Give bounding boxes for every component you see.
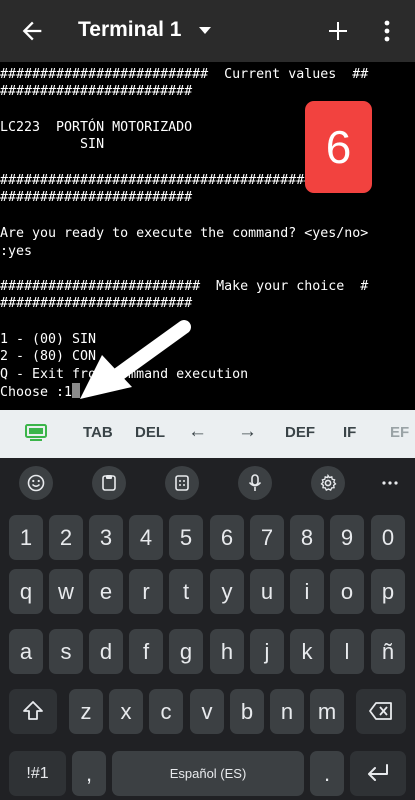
key-g[interactable]: g	[169, 629, 203, 674]
terminal-line: ######################### Make your choi…	[0, 279, 369, 294]
key-i[interactable]: i	[290, 569, 324, 614]
def-key[interactable]: DEF	[285, 424, 315, 441]
key-y[interactable]: y	[210, 569, 244, 614]
key-l[interactable]: l	[330, 629, 364, 674]
more-vert-icon[interactable]	[382, 19, 392, 43]
shift-key[interactable]	[9, 689, 57, 734]
voice-input-button[interactable]	[238, 466, 272, 500]
prompt-text: Choose :1	[0, 385, 73, 400]
more-options-button[interactable]	[373, 466, 407, 500]
emoji-icon	[27, 474, 45, 492]
ef-key[interactable]: EF	[390, 424, 409, 441]
terminal-line: ########################	[0, 84, 193, 99]
key-n[interactable]: n	[270, 689, 304, 734]
key-d[interactable]: d	[89, 629, 123, 674]
clipboard-button[interactable]	[92, 466, 126, 500]
period-key[interactable]: .	[310, 751, 344, 796]
one-handed-button[interactable]	[165, 466, 199, 500]
emoji-button[interactable]	[19, 466, 53, 500]
terminal-line: LC223 PORTÓN MOTORIZADO	[0, 120, 193, 135]
one-handed-icon	[175, 475, 189, 491]
key-r[interactable]: r	[129, 569, 163, 614]
soft-keyboard: 1 2 3 4 5 6 7 8 9 0 q w e r t y u i o p …	[0, 458, 415, 800]
terminal-line: ########################## Current value…	[0, 67, 369, 82]
terminal-line: ########################	[0, 296, 193, 311]
key-z[interactable]: z	[69, 689, 103, 734]
key-0[interactable]: 0	[371, 515, 405, 560]
enter-icon	[368, 764, 388, 781]
key-h[interactable]: h	[210, 629, 244, 674]
if-key[interactable]: IF	[343, 424, 356, 441]
terminal-title[interactable]: Terminal 1	[78, 18, 181, 42]
pointer-arrow-icon	[80, 320, 191, 399]
key-5[interactable]: 5	[169, 515, 203, 560]
keyboard-settings-button[interactable]	[311, 466, 345, 500]
app-bar: Terminal 1	[0, 0, 415, 62]
right-arrow-key[interactable]: →	[238, 421, 257, 443]
enter-key[interactable]	[350, 751, 406, 796]
key-f[interactable]: f	[129, 629, 163, 674]
key-t[interactable]: t	[169, 569, 203, 614]
key-e[interactable]: e	[89, 569, 123, 614]
key-c[interactable]: c	[149, 689, 183, 734]
terminal-line: :yes	[0, 244, 33, 259]
extra-keys-bar: TAB DEL ← → DEF IF EF	[0, 410, 415, 458]
plus-icon[interactable]	[326, 19, 350, 43]
key-4[interactable]: 4	[129, 515, 163, 560]
backspace-icon	[369, 702, 392, 720]
key-m[interactable]: m	[310, 689, 344, 734]
keyboard-icon[interactable]	[25, 424, 47, 442]
terminal-line: ########################	[0, 190, 193, 205]
key-6[interactable]: 6	[210, 515, 244, 560]
terminal-prompt-line: Choose :1	[0, 383, 81, 401]
left-arrow-key[interactable]: ←	[188, 421, 207, 443]
key-7[interactable]: 7	[250, 515, 284, 560]
key-j[interactable]: j	[250, 629, 284, 674]
shift-icon	[23, 701, 43, 720]
key-8[interactable]: 8	[290, 515, 324, 560]
key-q[interactable]: q	[9, 569, 43, 614]
tab-key[interactable]: TAB	[83, 424, 113, 441]
step-number-badge: 6	[305, 101, 372, 193]
gear-icon	[320, 474, 337, 491]
terminal-line: SIN	[0, 137, 105, 152]
key-b[interactable]: b	[230, 689, 264, 734]
comma-key[interactable]: ,	[72, 751, 106, 796]
key-w[interactable]: w	[49, 569, 83, 614]
key-s[interactable]: s	[49, 629, 83, 674]
arrow-left-icon[interactable]	[18, 17, 46, 45]
triangle-down-icon[interactable]	[198, 26, 212, 36]
terminal-line: ########################################…	[0, 173, 353, 188]
key-u[interactable]: u	[250, 569, 284, 614]
space-key[interactable]: Español (ES)	[112, 751, 304, 796]
key-1[interactable]: 1	[9, 515, 43, 560]
key-n-tilde[interactable]: ñ	[371, 629, 405, 674]
key-v[interactable]: v	[190, 689, 224, 734]
key-9[interactable]: 9	[330, 515, 364, 560]
mic-icon	[248, 474, 262, 491]
backspace-key[interactable]	[356, 689, 406, 734]
key-2[interactable]: 2	[49, 515, 83, 560]
symbols-key[interactable]: !#1	[9, 751, 66, 796]
key-p[interactable]: p	[371, 569, 405, 614]
key-3[interactable]: 3	[89, 515, 123, 560]
key-x[interactable]: x	[109, 689, 143, 734]
del-key[interactable]: DEL	[135, 424, 165, 441]
terminal-line: Are you ready to execute the command? <y…	[0, 226, 369, 241]
key-a[interactable]: a	[9, 629, 43, 674]
clipboard-icon	[102, 475, 116, 491]
more-horiz-icon	[382, 481, 398, 485]
key-o[interactable]: o	[330, 569, 364, 614]
key-k[interactable]: k	[290, 629, 324, 674]
